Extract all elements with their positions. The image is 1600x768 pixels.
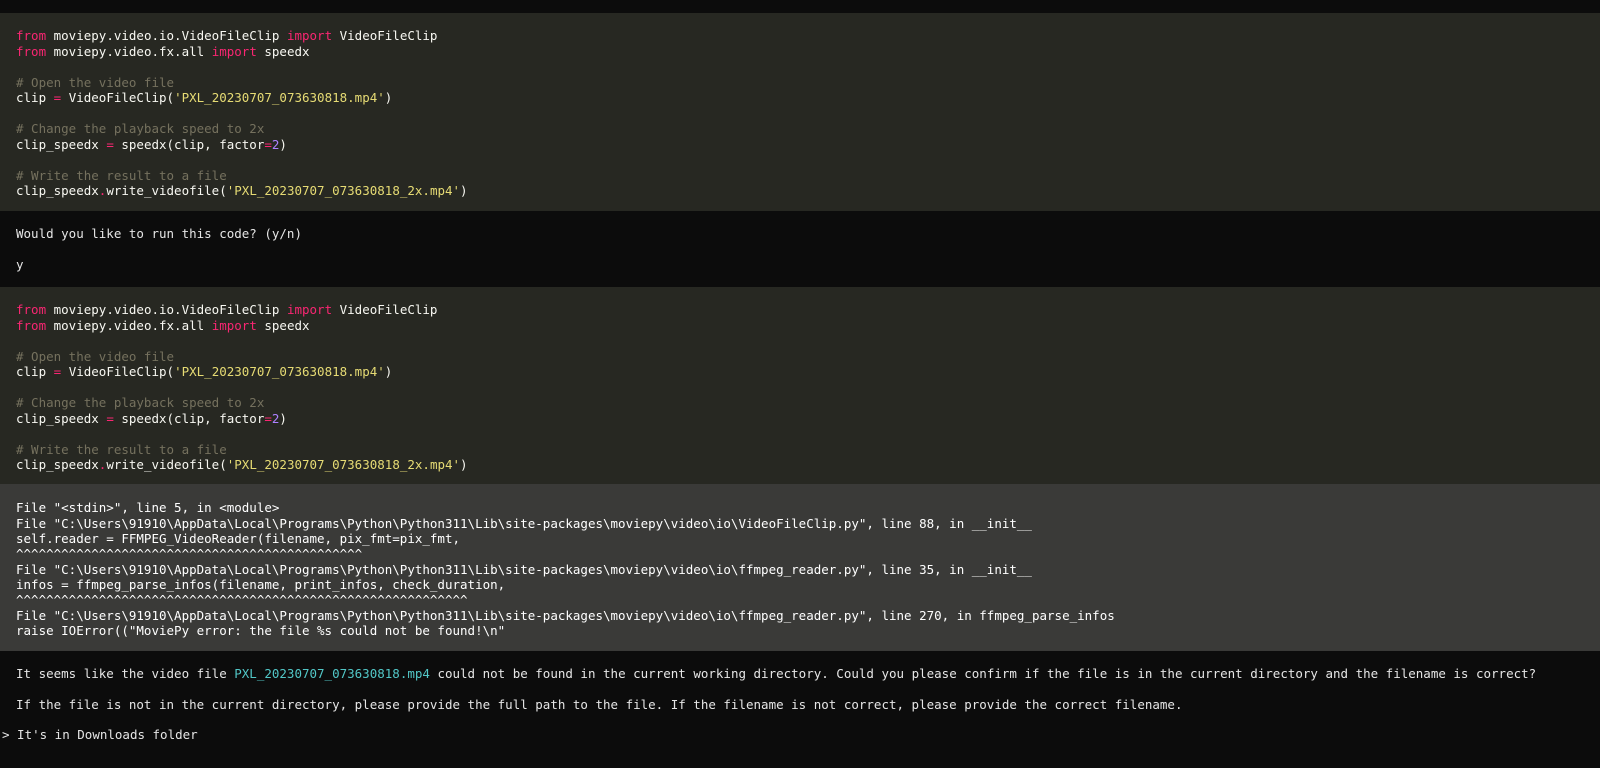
reply-paragraph-2: If the file is not in the current direct… [16, 697, 1183, 712]
code-comment: # Write the result to a file [16, 167, 227, 183]
traceback-line: File "C:\Users\91910\AppData\Local\Progr… [16, 607, 1115, 623]
code-line: clip_speedx = speedx(clip, factor=2) [16, 410, 287, 426]
traceback-line: self.reader = FFMPEG_VideoReader(filenam… [16, 531, 461, 546]
code-line: from moviepy.video.fx.all import speedx [16, 317, 310, 333]
code-block-first: from moviepy.video.io.VideoFileClip impo… [0, 13, 1600, 211]
traceback-output: File "<stdin>", line 5, in <module> File… [0, 484, 1600, 651]
code-comment: # Write the result to a file [16, 441, 227, 457]
code-line: clip_speedx.write_videofile('PXL_2023070… [16, 183, 468, 198]
code-comment: # Open the video file [16, 348, 175, 364]
traceback-line: File "C:\Users\91910\AppData\Local\Progr… [16, 515, 1032, 531]
traceback-line: infos = ffmpeg_parse_infos(filename, pri… [16, 577, 506, 592]
traceback-line: ^^^^^^^^^^^^^^^^^^^^^^^^^^^^^^^^^^^^^^^^… [16, 545, 363, 561]
code-comment: # Change the playback speed to 2x [16, 395, 265, 410]
code-block-second: from moviepy.video.io.VideoFileClip impo… [0, 287, 1600, 484]
user-input-text[interactable]: It's in Downloads folder [10, 727, 198, 742]
traceback-line: ^^^^^^^^^^^^^^^^^^^^^^^^^^^^^^^^^^^^^^^^… [16, 591, 468, 607]
code-line: from moviepy.video.io.VideoFileClip impo… [16, 302, 438, 317]
traceback-line: File "<stdin>", line 5, in <module> [16, 500, 280, 515]
code-line: clip_speedx.write_videofile('PXL_2023070… [16, 457, 468, 472]
assistant-reply: It seems like the video file PXL_2023070… [0, 651, 1600, 768]
run-prompt: Would you like to run this code? (y/n) y [0, 211, 1600, 287]
code-line: clip_speedx = speedx(clip, factor=2) [16, 136, 287, 152]
run-question: Would you like to run this code? (y/n) [16, 226, 302, 241]
code-line: clip = VideoFileClip('PXL_20230707_07363… [16, 90, 393, 105]
code-line: clip = VideoFileClip('PXL_20230707_07363… [16, 364, 393, 379]
code-comment: # Open the video file [16, 74, 175, 90]
code-comment: # Change the playback speed to 2x [16, 121, 265, 136]
code-line: from moviepy.video.io.VideoFileClip impo… [16, 28, 438, 43]
terminal-top-strip [0, 0, 1600, 13]
code-line: from moviepy.video.fx.all import speedx [16, 43, 310, 59]
traceback-line: File "C:\Users\91910\AppData\Local\Progr… [16, 561, 1032, 577]
traceback-line: raise IOError(("MoviePy error: the file … [16, 623, 506, 638]
user-input-line[interactable]: > It's in Downloads folder [2, 727, 198, 743]
run-answer: y [16, 257, 24, 272]
prompt-caret-icon: > [2, 727, 10, 742]
reply-paragraph-1: It seems like the video file PXL_2023070… [16, 666, 1537, 681]
missing-file-name: PXL_20230707_073630818.mp4 [234, 666, 430, 681]
